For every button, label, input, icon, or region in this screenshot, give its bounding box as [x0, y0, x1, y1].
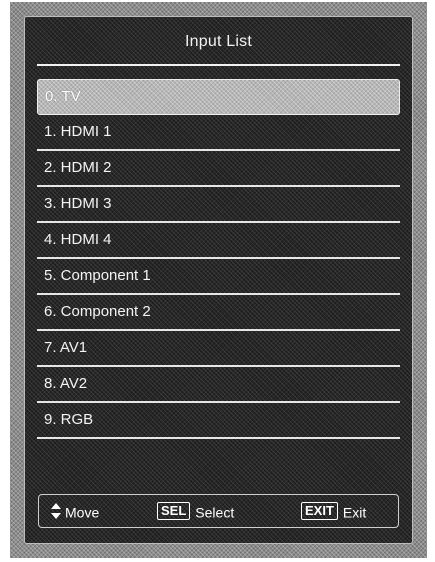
- input-list-dialog: Input List 0. TV 1. HDMI 1 2. HDMI 2 3. …: [24, 16, 413, 544]
- up-down-arrows-icon: [51, 503, 61, 520]
- exit-key-icon: EXIT: [301, 502, 338, 521]
- move-label: Move: [65, 504, 100, 521]
- title-divider: [37, 64, 400, 66]
- input-item-label: 4. HDMI 4: [44, 231, 112, 248]
- input-item-label: 1. HDMI 1: [44, 123, 112, 140]
- exit-hint: EXIT Exit: [301, 495, 366, 527]
- input-item-label: 9. RGB: [44, 411, 94, 428]
- input-source-list: 0. TV 1. HDMI 1 2. HDMI 2 3. HDMI 3 4. H…: [37, 79, 400, 439]
- exit-label: Exit: [342, 504, 367, 521]
- screen-frame: Input List 0. TV 1. HDMI 1 2. HDMI 2 3. …: [10, 2, 427, 558]
- input-item-tv[interactable]: 0. TV: [37, 79, 400, 115]
- input-item-hdmi-3[interactable]: 3. HDMI 3: [37, 187, 400, 223]
- input-item-hdmi-4[interactable]: 4. HDMI 4: [37, 223, 400, 259]
- input-item-component-1[interactable]: 5. Component 1: [37, 259, 400, 295]
- input-item-component-2[interactable]: 6. Component 2: [37, 295, 400, 331]
- input-item-hdmi-2[interactable]: 2. HDMI 2: [37, 151, 400, 187]
- input-item-av2[interactable]: 8. AV2: [37, 367, 400, 403]
- input-item-label: 6. Component 2: [44, 303, 151, 320]
- sel-key-icon: SEL: [157, 502, 191, 521]
- select-label: Select: [195, 504, 235, 521]
- input-item-label: 7. AV1: [44, 339, 88, 356]
- select-hint: SEL Select: [157, 495, 234, 527]
- input-item-rgb[interactable]: 9. RGB: [37, 403, 400, 439]
- key-guide-bar: Move SEL Select EXIT Exit: [38, 494, 399, 528]
- move-hint: Move: [51, 495, 99, 527]
- input-item-label: 5. Component 1: [44, 267, 151, 284]
- dialog-title: Input List: [185, 33, 252, 50]
- input-item-label: 3. HDMI 3: [44, 195, 112, 212]
- input-item-hdmi-1[interactable]: 1. HDMI 1: [37, 115, 400, 151]
- input-item-label: 0. TV: [45, 88, 81, 105]
- input-item-label: 2. HDMI 2: [44, 159, 112, 176]
- input-item-av1[interactable]: 7. AV1: [37, 331, 400, 367]
- input-item-label: 8. AV2: [44, 375, 88, 392]
